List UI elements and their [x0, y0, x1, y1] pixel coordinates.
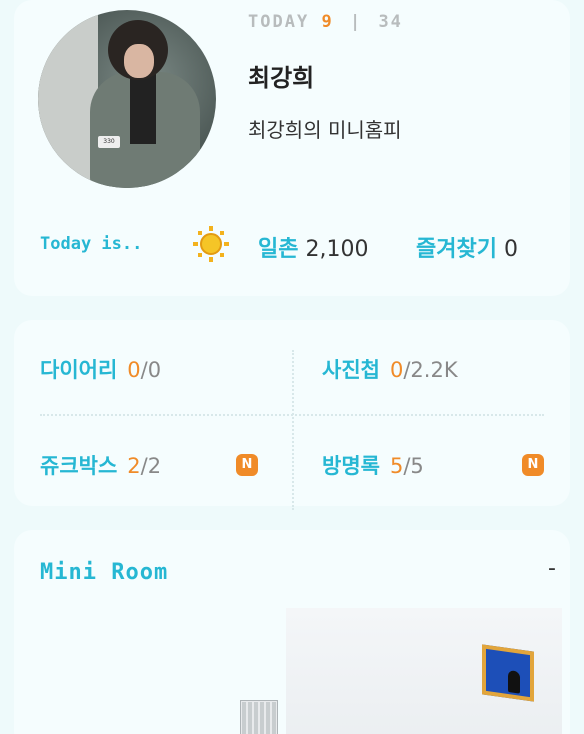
photos-stat[interactable]: 사진첩 0/2.2K [322, 354, 458, 384]
sun-icon [193, 226, 229, 262]
photos-current: 0 [389, 358, 404, 382]
diary-slash: / [140, 358, 148, 382]
photos-total: 2.2K [410, 358, 458, 382]
today-is-label: Today is.. [40, 234, 143, 254]
profile-name: 최강희 [248, 64, 315, 92]
counter-separator: | [349, 12, 363, 32]
today-count: 9 [321, 12, 334, 32]
ilchon-stat[interactable]: 일촌 2,100 [258, 231, 368, 263]
diary-stat[interactable]: 다이어리 0/0 [40, 354, 161, 384]
total-count: 34 [378, 12, 403, 32]
guestbook-current: 5 [389, 454, 404, 478]
horizontal-divider [40, 414, 544, 416]
today-label: TODAY [248, 12, 310, 32]
collapse-button[interactable]: - [548, 556, 556, 581]
guestbook-new-badge: N [522, 454, 544, 476]
jukebox-stat[interactable]: 쥬크박스 2/2 [40, 450, 161, 480]
profile-card: 330 TODAY 9 | 34 최강희 최강희의 미니홈피 Today is.… [14, 0, 570, 296]
heater-icon [240, 700, 278, 734]
diary-label: 다이어리 [40, 358, 118, 382]
homepage-title: 최강희의 미니홈피 [248, 118, 402, 142]
guestbook-label: 방명록 [322, 454, 380, 478]
visitor-counter: TODAY 9 | 34 [248, 12, 403, 32]
jukebox-new-badge: N [236, 454, 258, 476]
cat-icon [508, 670, 520, 694]
guestbook-stat[interactable]: 방명록 5/5 [322, 450, 424, 480]
guestbook-total: 5 [410, 454, 424, 478]
favorites-stat[interactable]: 즐겨찾기 0 [416, 231, 518, 263]
favorites-value: 0 [503, 237, 518, 262]
vertical-divider [292, 350, 294, 510]
diary-total: 0 [147, 358, 162, 382]
jukebox-label: 쥬크박스 [40, 454, 118, 478]
ilchon-value: 2,100 [305, 237, 369, 262]
jukebox-current: 2 [127, 454, 141, 478]
miniroom-card: Mini Room - [14, 530, 570, 734]
diary-current: 0 [127, 358, 141, 382]
window-icon [482, 644, 534, 702]
stats-card: 다이어리 0/0 사진첩 0/2.2K 쥬크박스 2/2 N 방명록 5/5 N [14, 320, 570, 510]
profile-photo[interactable]: 330 [38, 10, 216, 188]
miniroom-scene[interactable] [286, 608, 562, 734]
jukebox-total: 2 [147, 454, 162, 478]
ilchon-label: 일촌 [258, 237, 299, 262]
favorites-label: 즐겨찾기 [416, 237, 497, 262]
photos-label: 사진첩 [322, 358, 380, 382]
miniroom-title: Mini Room [40, 560, 169, 585]
jukebox-slash: / [140, 454, 148, 478]
